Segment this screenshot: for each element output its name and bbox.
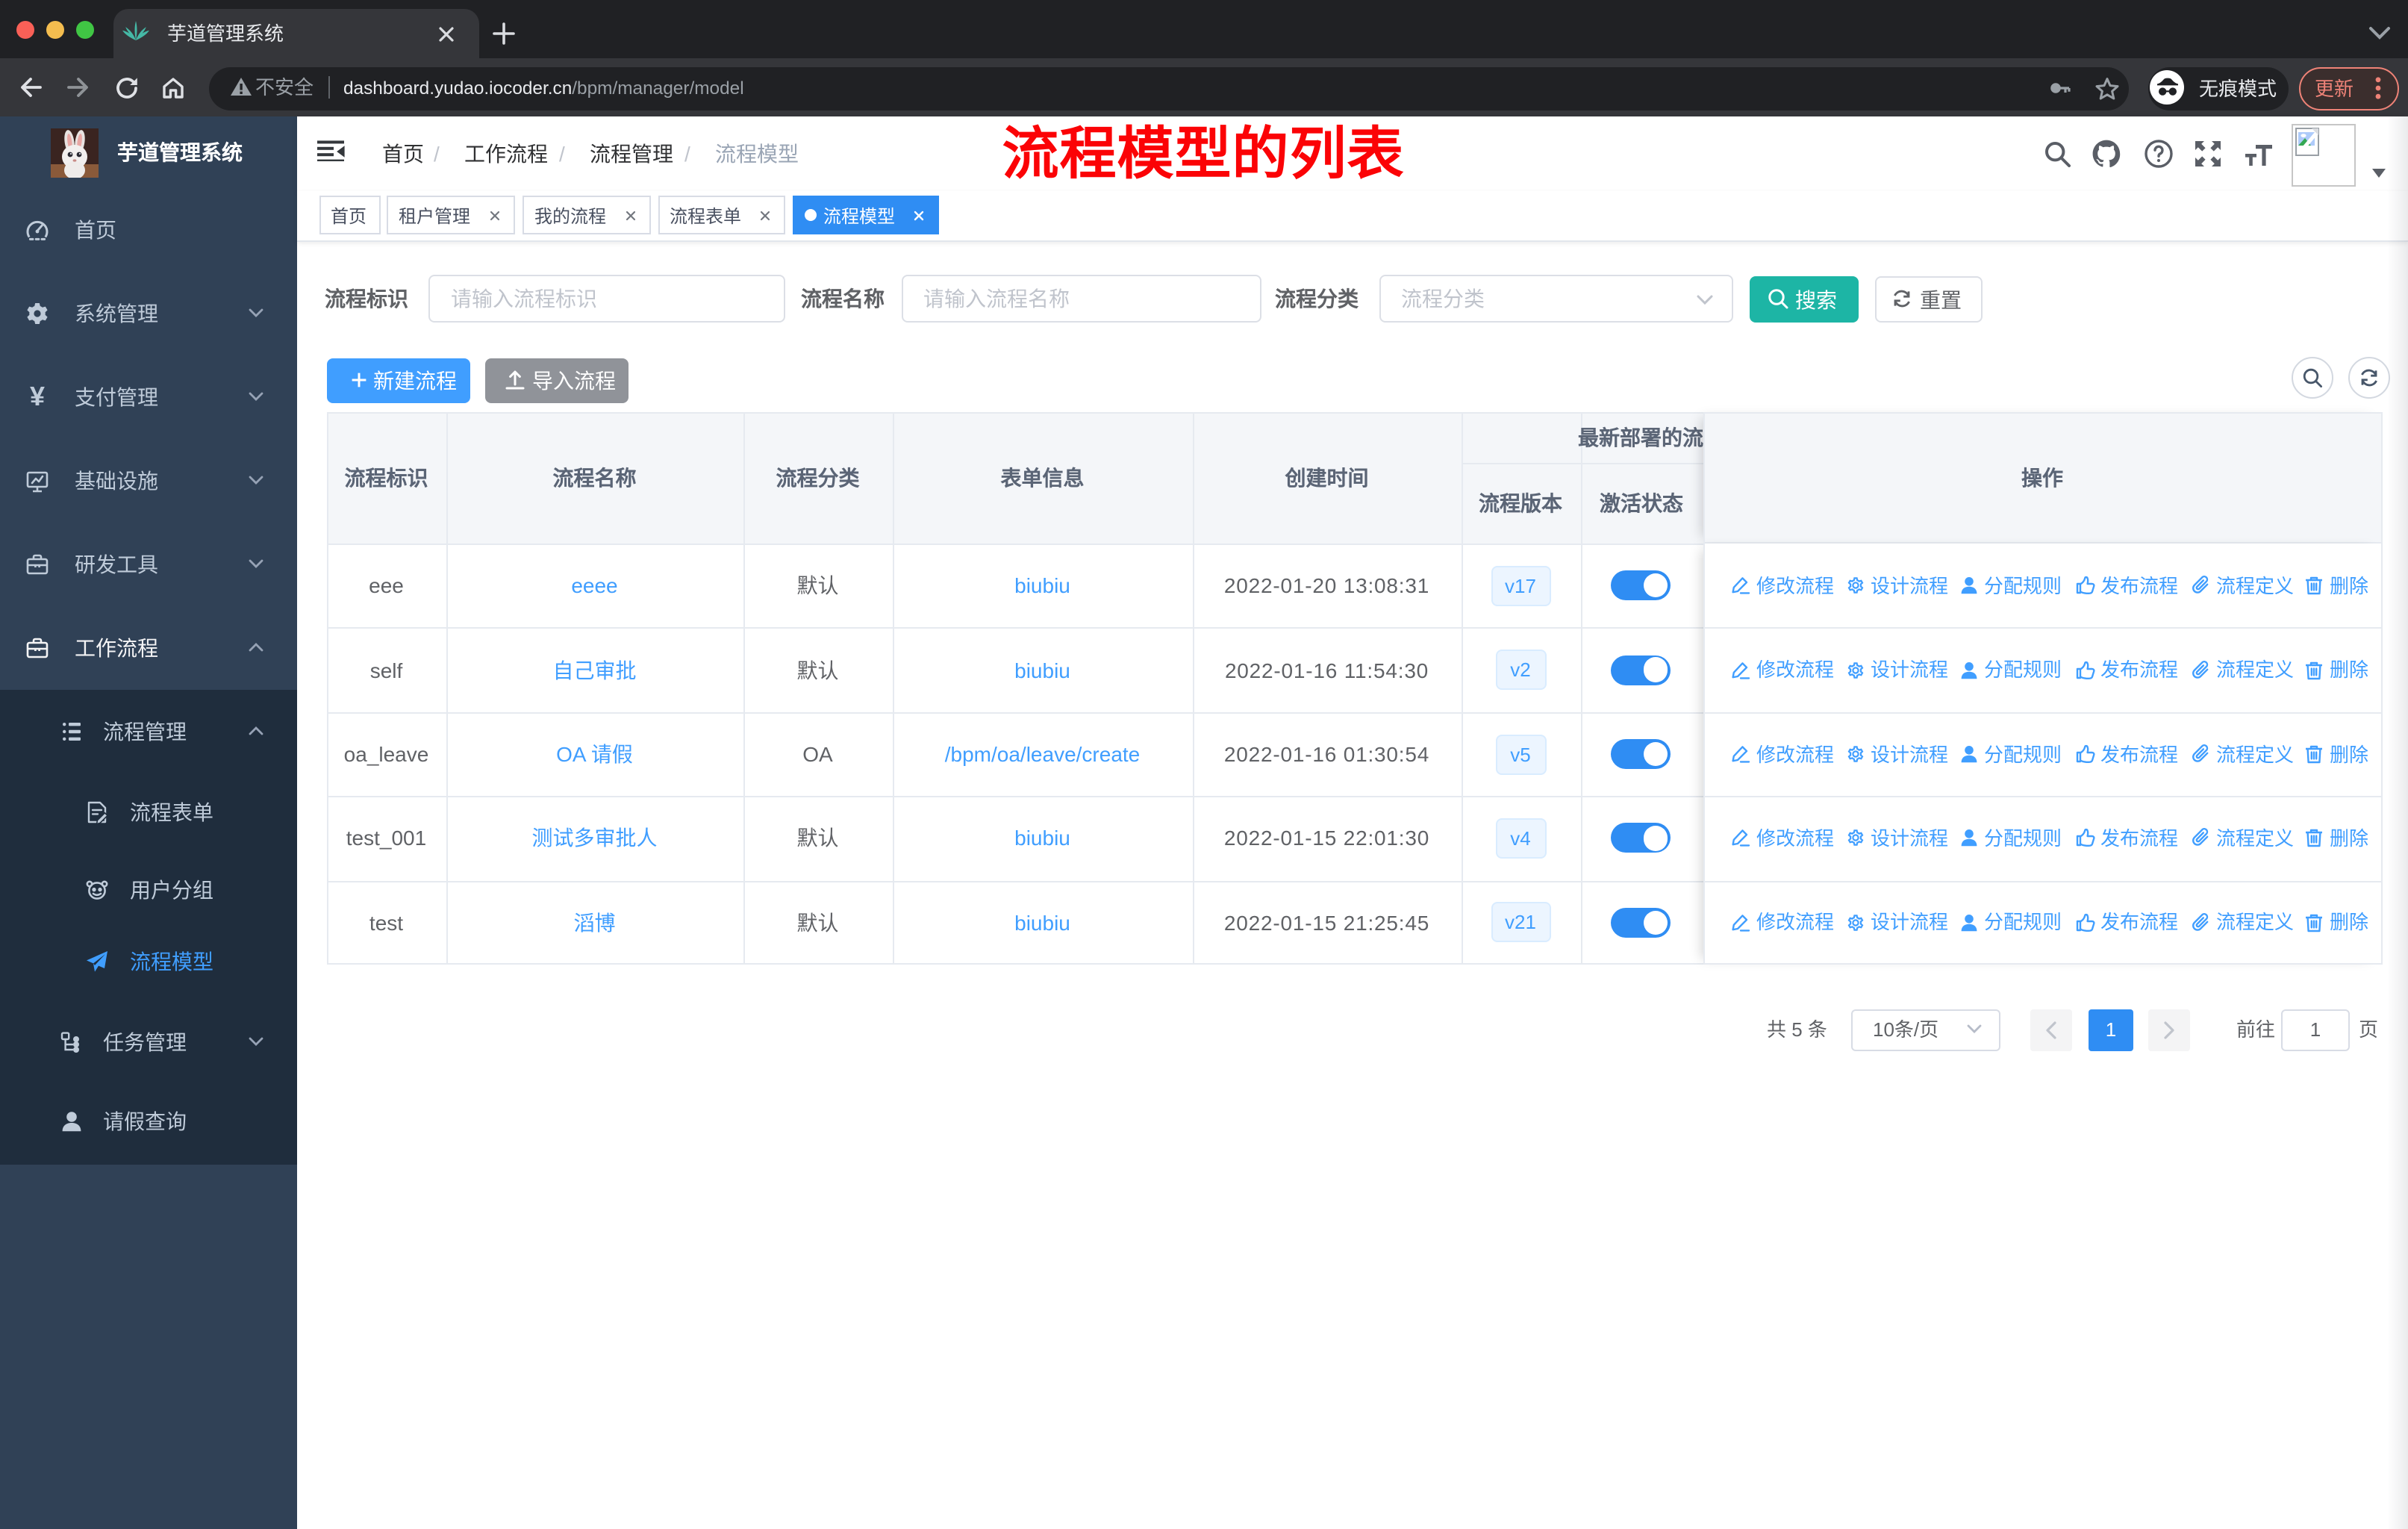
svg-text:¥: ¥ [30, 385, 45, 409]
